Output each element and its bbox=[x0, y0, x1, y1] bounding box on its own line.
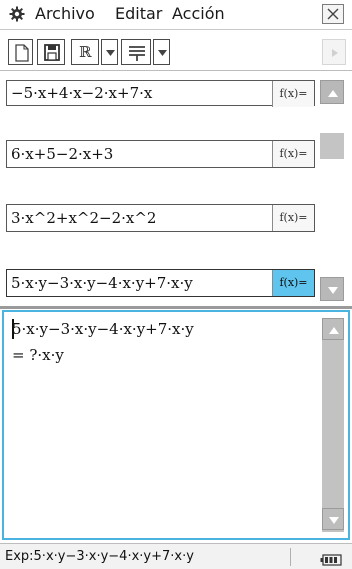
result-output: = ?·x·y bbox=[12, 346, 64, 364]
fraction-format-icon bbox=[129, 46, 145, 61]
toolbar: ℝ bbox=[0, 31, 352, 71]
new-document-button[interactable] bbox=[8, 39, 33, 65]
menu-archivo[interactable]: Archivo bbox=[35, 4, 95, 24]
define-function-button[interactable]: f(x)= bbox=[272, 205, 314, 231]
scroll-down-button[interactable] bbox=[320, 277, 344, 301]
play-right-icon bbox=[332, 49, 338, 57]
menu-accion[interactable]: Acción bbox=[172, 4, 225, 24]
work-area[interactable]: 5·x·y−3·x·y−4·x·y+7·x·y = ?·x·y bbox=[2, 310, 350, 540]
history-expression[interactable]: −5·x+4·x−2·x+7·x bbox=[11, 84, 152, 102]
history-expression[interactable]: 5·x·y−3·x·y−4·x·y+7·x·y bbox=[11, 274, 193, 292]
define-function-button[interactable]: f(x)= bbox=[272, 270, 314, 296]
history-entry[interactable]: 6·x+5−2·x+3 f(x)= bbox=[6, 140, 315, 168]
scroll-down-button[interactable] bbox=[322, 508, 344, 530]
new-document-icon bbox=[15, 44, 29, 62]
save-icon bbox=[44, 44, 60, 61]
arrow-down-icon bbox=[329, 517, 339, 524]
menu-bar: Archivo Editar Acción bbox=[0, 0, 352, 30]
scroll-up-button[interactable] bbox=[320, 80, 344, 104]
history-entry[interactable]: −5·x+4·x−2·x+7·x f(x)= bbox=[6, 80, 315, 107]
format-dropdown[interactable] bbox=[153, 39, 170, 65]
real-mode-icon: ℝ bbox=[79, 43, 92, 61]
history-panel: −5·x+4·x−2·x+7·x f(x)= 6·x+5−2·x+3 f(x)=… bbox=[0, 72, 352, 309]
arrow-down-icon bbox=[328, 287, 338, 294]
scroll-thumb[interactable] bbox=[320, 133, 344, 159]
close-icon bbox=[327, 8, 339, 20]
dropdown-arrow-icon bbox=[106, 50, 115, 56]
status-divider bbox=[290, 548, 291, 566]
arrow-up-icon bbox=[329, 327, 339, 334]
menu-editar[interactable]: Editar bbox=[115, 4, 162, 24]
battery-icon bbox=[320, 551, 342, 569]
real-mode-button[interactable]: ℝ bbox=[71, 39, 99, 65]
gear-icon[interactable] bbox=[9, 6, 25, 22]
define-function-button[interactable]: f(x)= bbox=[272, 81, 314, 107]
define-function-button[interactable]: f(x)= bbox=[272, 141, 314, 167]
arrow-up-icon bbox=[328, 90, 338, 97]
toolbar-scroll-right-button[interactable] bbox=[322, 39, 346, 65]
save-button[interactable] bbox=[37, 39, 65, 65]
status-bar: Exp:5·x·y−3·x·y−4·x·y+7·x·y bbox=[0, 543, 352, 569]
real-mode-dropdown[interactable] bbox=[101, 39, 118, 65]
status-expression: Exp:5·x·y−3·x·y−4·x·y+7·x·y bbox=[5, 549, 194, 564]
history-expression[interactable]: 6·x+5−2·x+3 bbox=[11, 145, 113, 163]
history-scrollbar[interactable] bbox=[320, 80, 346, 305]
scroll-up-button[interactable] bbox=[322, 318, 344, 340]
format-button[interactable] bbox=[121, 39, 151, 65]
work-scrollbar[interactable] bbox=[322, 318, 344, 532]
dropdown-arrow-icon bbox=[158, 50, 167, 56]
input-expression[interactable]: 5·x·y−3·x·y−4·x·y+7·x·y bbox=[12, 320, 194, 338]
history-entry-selected[interactable]: 5·x·y−3·x·y−4·x·y+7·x·y f(x)= bbox=[6, 269, 315, 297]
history-entry[interactable]: 3·x^2+x^2−2·x^2 f(x)= bbox=[6, 204, 315, 232]
history-expression[interactable]: 3·x^2+x^2−2·x^2 bbox=[11, 209, 156, 227]
close-button[interactable] bbox=[322, 4, 344, 24]
